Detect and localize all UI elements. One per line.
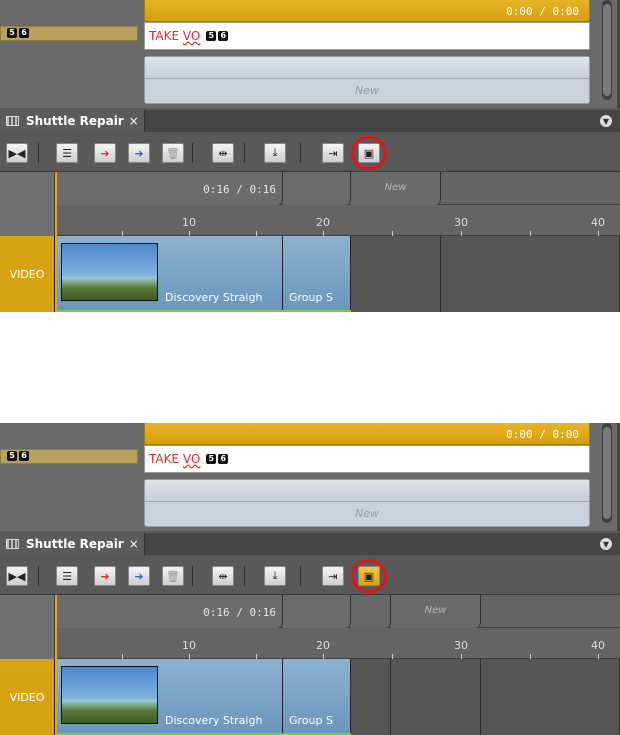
story-area: 5 6 0:00 / 0:00 TAKE VO 5 6 New: [0, 423, 620, 531]
badge-5: 5: [206, 31, 217, 41]
story-title[interactable]: TAKE VO: [149, 29, 200, 43]
send-icon[interactable]: ⇥: [322, 143, 344, 163]
segment-main[interactable]: 0:16 / 0:16: [55, 595, 283, 628]
waveform-icon[interactable]: ⇹: [212, 143, 234, 163]
vertical-scrollbar[interactable]: [602, 423, 612, 523]
sequence-icon: [6, 539, 19, 549]
badge-5: 5: [206, 454, 217, 464]
clip-discovery[interactable]: Discovery Straigh: [55, 236, 283, 312]
badge-6: 6: [19, 28, 29, 38]
storyline-icon[interactable]: ☰: [56, 143, 78, 163]
timeline-ruler[interactable]: 0:16 / 0:16 New 10 20 30 40: [0, 595, 620, 659]
story-title-row[interactable]: TAKE VO 5 6: [144, 22, 590, 50]
playhead[interactable]: [55, 172, 57, 312]
trash-icon[interactable]: 🗑: [162, 143, 184, 163]
download-icon[interactable]: ⤓: [264, 143, 286, 163]
timeline-toolbar: ▶◀ ☰ ➜ ➜ 🗑 ⇹ ⤓ ⇥ ▣: [0, 555, 620, 595]
waveform-icon[interactable]: ⇹: [212, 566, 234, 586]
video-track: VIDEO Discovery Straigh Group S: [0, 659, 620, 735]
tab-close-icon[interactable]: ×: [129, 537, 139, 551]
tab-shuttle-repair[interactable]: Shuttle Repair ×: [0, 533, 145, 555]
clip-thumbnail: [61, 243, 158, 301]
story-timecode-bar: 0:00 / 0:00: [144, 0, 590, 22]
tick-40: 40: [591, 216, 605, 229]
tab-bar: Shuttle Repair × ▼: [0, 110, 620, 132]
top-panel: 5 6 0:00 / 0:00 TAKE VO 5 6 New Shuttle …: [0, 0, 620, 312]
new-group-box[interactable]: New: [144, 56, 590, 104]
insert-blue-icon[interactable]: ➜: [128, 143, 150, 163]
story-area: 5 6 0:00 / 0:00 TAKE VO 5 6 New: [0, 0, 620, 108]
clip-discovery[interactable]: Discovery Straigh: [55, 659, 283, 735]
story-title[interactable]: TAKE VO: [149, 452, 200, 466]
highlight-clip-icon[interactable]: ▣: [358, 143, 380, 163]
clip-thumbnail: [61, 666, 158, 724]
tick-30: 30: [454, 216, 468, 229]
play-stop-icon[interactable]: ▶◀: [6, 143, 28, 163]
tick-20: 20: [316, 639, 330, 652]
segment-2[interactable]: [283, 172, 351, 205]
bottom-panel: 5 6 0:00 / 0:00 TAKE VO 5 6 New Shuttle …: [0, 423, 620, 735]
new-group-label: New: [355, 84, 379, 97]
tick-40: 40: [591, 639, 605, 652]
story-title-row[interactable]: TAKE VO 5 6: [144, 445, 590, 473]
story-timecode: 0:00 / 0:00: [506, 5, 579, 18]
playhead[interactable]: [55, 595, 57, 735]
badge-6: 6: [218, 31, 229, 41]
clip-group[interactable]: Group S: [283, 659, 351, 735]
clip-group[interactable]: Group S: [283, 236, 351, 312]
storyline-icon[interactable]: ☰: [56, 566, 78, 586]
timeline-ruler[interactable]: 0:16 / 0:16 New 10 20 30 40: [0, 172, 620, 236]
story-left-bar[interactable]: 5 6: [0, 26, 138, 41]
tick-20: 20: [316, 216, 330, 229]
play-stop-icon[interactable]: ▶◀: [6, 566, 28, 586]
badge-5: 5: [7, 451, 17, 461]
tab-shuttle-repair[interactable]: Shuttle Repair ×: [0, 110, 145, 132]
tab-bar: Shuttle Repair × ▼: [0, 533, 620, 555]
badge-6: 6: [218, 454, 229, 464]
segment-new[interactable]: New: [391, 595, 481, 628]
badge-5: 5: [7, 28, 17, 38]
story-left-bar[interactable]: 5 6: [0, 449, 138, 464]
collapse-icon[interactable]: ▼: [600, 115, 612, 127]
sequence-icon: [6, 116, 19, 126]
timeline-toolbar: ▶◀ ☰ ➜ ➜ 🗑 ⇹ ⤓ ⇥ ▣: [0, 132, 620, 172]
new-group-box[interactable]: New: [144, 479, 590, 527]
trash-icon[interactable]: 🗑: [162, 566, 184, 586]
story-timecode-bar: 0:00 / 0:00: [144, 423, 590, 445]
segment-2[interactable]: [283, 595, 351, 628]
video-track-label: VIDEO: [0, 236, 55, 312]
highlight-clip-icon[interactable]: ▣: [358, 566, 380, 586]
video-track-label: VIDEO: [0, 659, 55, 735]
insert-blue-icon[interactable]: ➜: [128, 566, 150, 586]
tab-close-icon[interactable]: ×: [129, 114, 139, 128]
segment-3[interactable]: [351, 595, 391, 628]
tick-10: 10: [182, 216, 196, 229]
tick-30: 30: [454, 639, 468, 652]
insert-red-icon[interactable]: ➜: [94, 143, 116, 163]
badge-6: 6: [19, 451, 29, 461]
vertical-scrollbar[interactable]: [602, 0, 612, 100]
insert-red-icon[interactable]: ➜: [94, 566, 116, 586]
send-icon[interactable]: ⇥: [322, 566, 344, 586]
video-track: VIDEO Discovery Straigh Group S: [0, 236, 620, 312]
new-group-label: New: [355, 507, 379, 520]
download-icon[interactable]: ⤓: [264, 566, 286, 586]
segment-new[interactable]: New: [351, 172, 441, 205]
collapse-icon[interactable]: ▼: [600, 538, 612, 550]
tick-10: 10: [182, 639, 196, 652]
story-timecode: 0:00 / 0:00: [506, 428, 579, 441]
segment-main[interactable]: 0:16 / 0:16: [55, 172, 283, 205]
